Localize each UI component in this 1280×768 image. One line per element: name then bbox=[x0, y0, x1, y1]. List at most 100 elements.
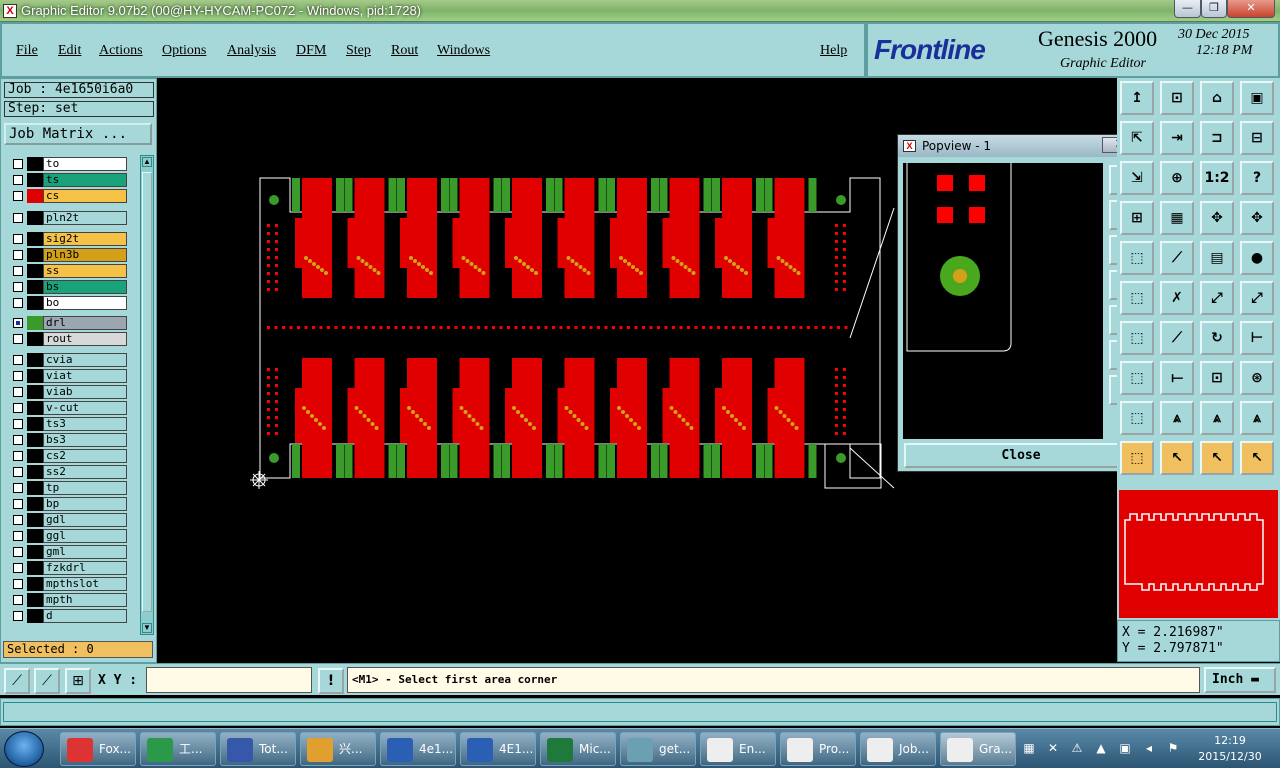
layer-row-drl[interactable]: drl bbox=[7, 316, 127, 330]
layer-checkbox[interactable] bbox=[13, 579, 23, 589]
layer-checkbox[interactable] bbox=[13, 435, 23, 445]
layer-row-ss[interactable]: ss bbox=[7, 264, 127, 278]
tool-button-24[interactable]: ⤢ bbox=[1240, 281, 1274, 315]
layer-row-d[interactable]: d bbox=[7, 609, 127, 623]
layer-checkbox[interactable] bbox=[13, 595, 23, 605]
tool-button-39[interactable]: ↖ bbox=[1200, 441, 1234, 475]
tool-button-3[interactable]: ⌂ bbox=[1200, 81, 1234, 115]
layer-checkbox[interactable] bbox=[13, 403, 23, 413]
tool-button-11[interactable]: 1:2 bbox=[1200, 161, 1234, 195]
tool-button-13[interactable]: ⊞ bbox=[1120, 201, 1154, 235]
layer-checkbox[interactable] bbox=[13, 282, 23, 292]
xy-input[interactable] bbox=[146, 667, 312, 693]
layer-checkbox[interactable] bbox=[13, 175, 23, 185]
tool-button-21[interactable]: ⬚ bbox=[1120, 281, 1154, 315]
tool-button-37[interactable]: ⬚ bbox=[1120, 441, 1154, 475]
taskbar-item[interactable]: Tot... bbox=[220, 732, 296, 766]
menu-analysis[interactable]: Analysis bbox=[227, 43, 276, 59]
tray-icon[interactable]: ◂ bbox=[1142, 741, 1156, 755]
tool-button-29[interactable]: ⬚ bbox=[1120, 361, 1154, 395]
angle-tool-button[interactable]: ⟋ bbox=[34, 668, 60, 694]
tool-button-6[interactable]: ⇥ bbox=[1160, 121, 1194, 155]
maximize-button[interactable]: ❐ bbox=[1201, 0, 1227, 18]
layer-scrollbar[interactable]: ▲ ▼ bbox=[140, 155, 154, 635]
panel-preview[interactable] bbox=[1117, 488, 1280, 620]
tool-button-16[interactable]: ✥ bbox=[1240, 201, 1274, 235]
window-titlebar[interactable]: X Graphic Editor 9.07b2 (00@HY-HYCAM-PC0… bbox=[0, 0, 1280, 22]
layer-row-cs2[interactable]: cs2 bbox=[7, 449, 127, 463]
layer-row-gdl[interactable]: gdl bbox=[7, 513, 127, 527]
layer-checkbox[interactable] bbox=[13, 531, 23, 541]
layer-row-bs[interactable]: bs bbox=[7, 280, 127, 294]
line-tool-button[interactable]: ⟋ bbox=[4, 668, 30, 694]
tool-button-34[interactable]: ⩓ bbox=[1160, 401, 1194, 435]
layer-checkbox[interactable] bbox=[13, 355, 23, 365]
layer-row-viat[interactable]: viat bbox=[7, 369, 127, 383]
layer-checkbox[interactable] bbox=[13, 563, 23, 573]
tool-button-38[interactable]: ↖ bbox=[1160, 441, 1194, 475]
taskbar-item[interactable]: Fox... bbox=[60, 732, 136, 766]
scroll-up-icon[interactable]: ▲ bbox=[142, 157, 152, 167]
taskbar-item[interactable]: Job... bbox=[860, 732, 936, 766]
tool-button-22[interactable]: ✗ bbox=[1160, 281, 1194, 315]
layer-row-sig2t[interactable]: sig2t bbox=[7, 232, 127, 246]
layer-row-bs3[interactable]: bs3 bbox=[7, 433, 127, 447]
layer-row-to[interactable]: to bbox=[7, 157, 127, 171]
layer-row-tp[interactable]: tp bbox=[7, 481, 127, 495]
layer-checkbox[interactable] bbox=[13, 547, 23, 557]
tool-button-30[interactable]: ⟝ bbox=[1160, 361, 1194, 395]
menu-rout[interactable]: Rout bbox=[391, 43, 418, 59]
taskbar-item[interactable]: 兴... bbox=[300, 732, 376, 766]
layer-checkbox[interactable] bbox=[13, 334, 23, 344]
taskbar-item[interactable]: 工... bbox=[140, 732, 216, 766]
layer-row-cs[interactable]: cs bbox=[7, 189, 127, 203]
layer-row-pln2t[interactable]: pln2t bbox=[7, 211, 127, 225]
tray-icon[interactable]: ⚑ bbox=[1166, 741, 1180, 755]
tool-button-14[interactable]: ▦ bbox=[1160, 201, 1194, 235]
start-button[interactable] bbox=[4, 731, 44, 767]
tool-button-7[interactable]: ⊐ bbox=[1200, 121, 1234, 155]
layer-checkbox[interactable] bbox=[13, 191, 23, 201]
layer-row-pln3b[interactable]: pln3b bbox=[7, 248, 127, 262]
menu-file[interactable]: File bbox=[16, 43, 38, 59]
tool-button-28[interactable]: ⊢ bbox=[1240, 321, 1274, 355]
menu-windows[interactable]: Windows bbox=[437, 43, 490, 59]
taskbar-item[interactable]: En... bbox=[700, 732, 776, 766]
tool-button-19[interactable]: ▤ bbox=[1200, 241, 1234, 275]
layer-checkbox[interactable] bbox=[13, 467, 23, 477]
layer-checkbox[interactable] bbox=[13, 318, 23, 328]
tool-button-4[interactable]: ▣ bbox=[1240, 81, 1274, 115]
tool-button-10[interactable]: ⊕ bbox=[1160, 161, 1194, 195]
layer-row-gml[interactable]: gml bbox=[7, 545, 127, 559]
layer-checkbox[interactable] bbox=[13, 371, 23, 381]
taskbar-item[interactable]: 4E1... bbox=[460, 732, 536, 766]
tool-button-31[interactable]: ⊡ bbox=[1200, 361, 1234, 395]
tool-button-15[interactable]: ✥ bbox=[1200, 201, 1234, 235]
taskbar-item[interactable]: Mic... bbox=[540, 732, 616, 766]
tool-button-35[interactable]: ⩓ bbox=[1200, 401, 1234, 435]
grid-tool-button[interactable]: ⊞ bbox=[65, 668, 91, 694]
layer-checkbox[interactable] bbox=[13, 515, 23, 525]
layer-row-ss2[interactable]: ss2 bbox=[7, 465, 127, 479]
tool-button-27[interactable]: ↻ bbox=[1200, 321, 1234, 355]
tray-icon[interactable]: ▦ bbox=[1022, 741, 1036, 755]
layer-checkbox[interactable] bbox=[13, 387, 23, 397]
layer-checkbox[interactable] bbox=[13, 213, 23, 223]
popview-canvas[interactable] bbox=[903, 163, 1103, 439]
tool-button-33[interactable]: ⬚ bbox=[1120, 401, 1154, 435]
tool-button-36[interactable]: ⩓ bbox=[1240, 401, 1274, 435]
layer-checkbox[interactable] bbox=[13, 298, 23, 308]
layer-checkbox[interactable] bbox=[13, 499, 23, 509]
layer-row-ts[interactable]: ts bbox=[7, 173, 127, 187]
layer-row-viab[interactable]: viab bbox=[7, 385, 127, 399]
tool-button-12[interactable]: ? bbox=[1240, 161, 1274, 195]
layer-row-bo[interactable]: bo bbox=[7, 296, 127, 310]
tray-icon[interactable]: ✕ bbox=[1046, 741, 1060, 755]
tray-icon[interactable]: ▣ bbox=[1118, 741, 1132, 755]
tool-button-25[interactable]: ⬚ bbox=[1120, 321, 1154, 355]
layer-row-bp[interactable]: bp bbox=[7, 497, 127, 511]
taskbar-item[interactable]: get... bbox=[620, 732, 696, 766]
layer-checkbox[interactable] bbox=[13, 159, 23, 169]
layer-row-fzkdrl[interactable]: fzkdrl bbox=[7, 561, 127, 575]
taskbar-item[interactable]: Gra... bbox=[940, 732, 1016, 766]
